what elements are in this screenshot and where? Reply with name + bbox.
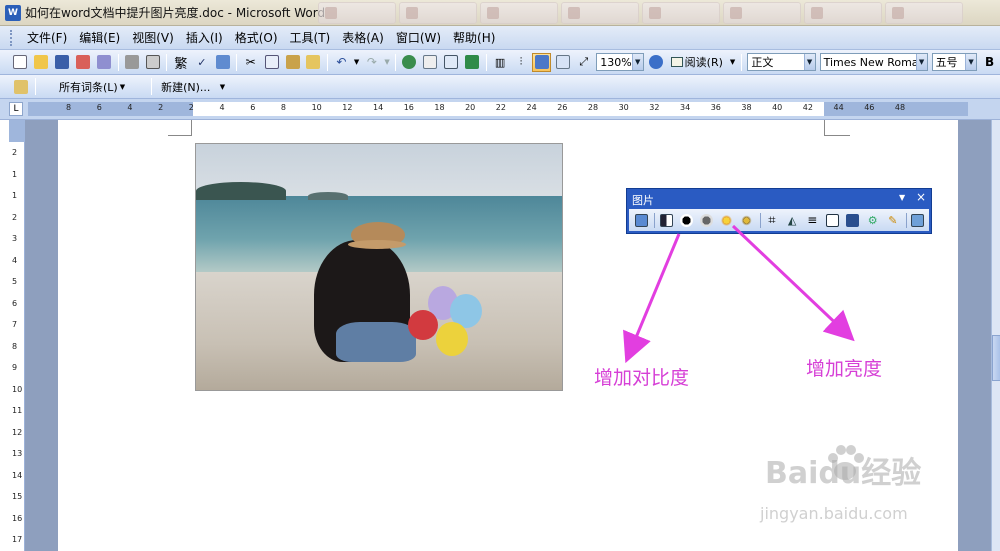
brightness-annotation: 增加亮度: [806, 358, 883, 380]
brightness-arrow: [731, 224, 855, 342]
contrast-annotation: 增加对比度: [594, 367, 690, 389]
scrollbar-thumb[interactable]: [992, 335, 1000, 381]
contrast-arrow: [623, 233, 681, 364]
baidu-watermark: Baidu经验: [765, 456, 922, 491]
baidu-watermark-url: jingyan.baidu.com: [760, 504, 908, 523]
vertical-scrollbar[interactable]: [991, 120, 1000, 551]
